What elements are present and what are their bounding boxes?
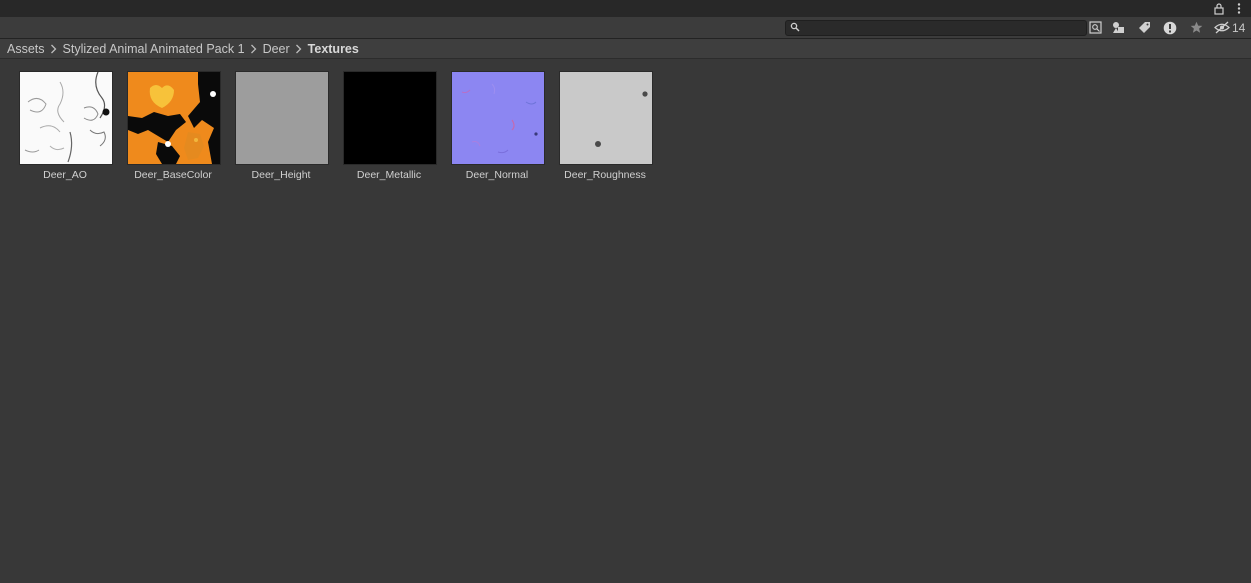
ao-texture-thumbnail — [19, 71, 113, 165]
search-input[interactable] — [802, 21, 1082, 35]
search-icon — [790, 22, 800, 32]
eye-slash-icon — [1214, 21, 1230, 34]
project-toolbar: 14 — [0, 17, 1251, 39]
search-by-type-icon — [1088, 21, 1102, 34]
chevron-right-icon — [292, 44, 306, 54]
filter-by-type-icon — [1113, 22, 1124, 33]
hidden-packages-count: 14 — [1232, 20, 1246, 35]
breadcrumb-item-pack[interactable]: Stylized Animal Animated Pack 1 — [63, 42, 245, 56]
search-by-type-button[interactable] — [1085, 19, 1105, 36]
breadcrumb-item-textures[interactable]: Textures — [308, 42, 359, 56]
asset-grid: Deer_AO Deer_BaseColor Deer_Height Deer_… — [0, 60, 1251, 583]
exclamation-icon — [1163, 21, 1177, 34]
roughness-texture-thumbnail — [559, 71, 653, 165]
asset-name: Deer_Roughness — [564, 169, 646, 181]
breadcrumb: Assets Stylized Animal Animated Pack 1 D… — [0, 39, 1251, 59]
lock-icon[interactable] — [1213, 2, 1225, 15]
asset-name: Deer_BaseColor — [134, 169, 212, 181]
tag-icon — [1138, 22, 1150, 33]
asset-name: Deer_AO — [43, 169, 87, 181]
filter-by-label-button[interactable] — [1134, 19, 1154, 36]
height-texture-thumbnail — [235, 71, 329, 165]
hidden-packages-toggle[interactable]: 14 — [1214, 19, 1245, 36]
chevron-right-icon — [47, 44, 61, 54]
search-by-label-button[interactable] — [1109, 19, 1129, 36]
basecolor-texture-thumbnail — [127, 71, 221, 165]
kebab-menu-icon[interactable] — [1235, 2, 1243, 15]
asset-name: Deer_Normal — [465, 169, 529, 181]
star-icon — [1190, 21, 1202, 33]
search-field[interactable] — [785, 20, 1087, 36]
breadcrumb-item-assets[interactable]: Assets — [7, 42, 45, 56]
asset-name: Deer_Height — [251, 169, 311, 181]
normal-texture-thumbnail — [451, 71, 545, 165]
metallic-texture-thumbnail — [343, 71, 437, 165]
breadcrumb-item-deer[interactable]: Deer — [263, 42, 290, 56]
important-log-button[interactable] — [1160, 19, 1180, 36]
chevron-right-icon — [247, 44, 261, 54]
window-top-strip — [0, 0, 1251, 17]
favorites-button[interactable] — [1186, 19, 1206, 36]
asset-name: Deer_Metallic — [356, 169, 422, 181]
